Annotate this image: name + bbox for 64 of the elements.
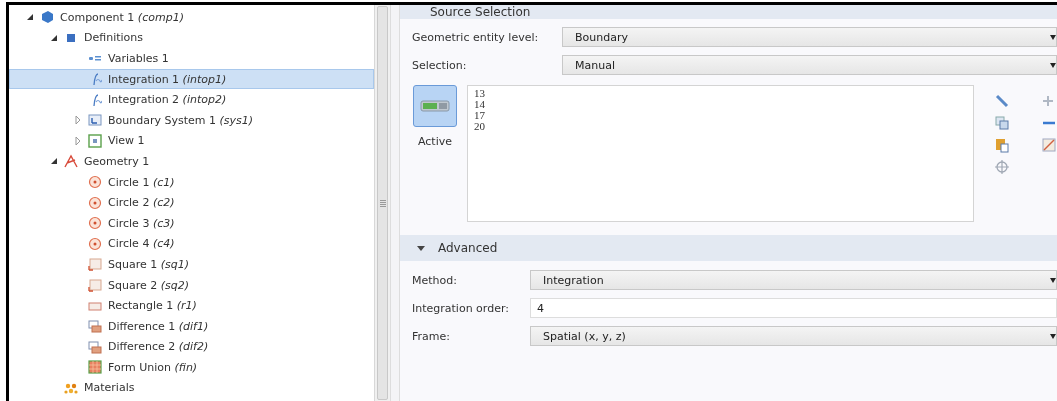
tree-item[interactable]: Difference 1 (dif1): [9, 315, 374, 337]
square-icon: [88, 278, 102, 292]
tree-item[interactable]: Square 2 (sq2): [9, 274, 374, 296]
input-field[interactable]: 4: [530, 298, 1057, 318]
tree-item[interactable]: Variables 1: [9, 48, 374, 69]
tree-item[interactable]: Circle 2 (c2): [9, 192, 374, 213]
cube-icon: [40, 10, 54, 25]
tree-item[interactable]: Integration 2 (intop2): [9, 89, 374, 110]
circle-icon: [88, 195, 102, 210]
caret-icon: [1050, 334, 1056, 339]
caret-icon: [1050, 63, 1056, 68]
field-label: Integration order:: [412, 301, 510, 315]
list-item[interactable]: 17: [474, 110, 967, 121]
field-label: Method:: [412, 273, 458, 287]
square-icon: [88, 257, 102, 272]
tree-item[interactable]: Difference 2 (dif2): [9, 336, 374, 358]
section-header[interactable]: Advanced: [400, 235, 1057, 261]
view-icon: [88, 133, 102, 148]
active-label: Active: [418, 135, 452, 148]
circle-icon: [88, 236, 102, 251]
toggle-switch-icon: [420, 98, 450, 114]
difference-icon: [88, 319, 102, 334]
tree-item[interactable]: Integration 1 (intop1): [9, 68, 374, 90]
circle-icon: [88, 175, 102, 190]
tree-item[interactable]: Materials: [9, 377, 374, 399]
geometry-icon: [64, 154, 78, 169]
tree-item[interactable]: Definitions: [9, 27, 374, 49]
tree-item[interactable]: View 1: [9, 130, 374, 152]
axes-icon: [88, 113, 102, 128]
field-label: Selection:: [412, 58, 468, 72]
field-label: Frame:: [412, 329, 451, 343]
list-item[interactable]: 20: [474, 121, 967, 132]
circle-icon: [88, 216, 102, 231]
paste-icon[interactable]: [994, 137, 1010, 153]
field-label: Geometric entity level:: [412, 30, 540, 44]
dropdown[interactable]: Boundary: [562, 27, 1057, 47]
tree-item[interactable]: Circle 3 (c3): [9, 212, 374, 234]
active-toggle-button[interactable]: [413, 85, 457, 127]
plus-icon[interactable]: [1040, 93, 1056, 109]
tree-item[interactable]: Rectangle 1 (r1): [9, 295, 374, 316]
dropdown[interactable]: Integration: [530, 270, 1057, 290]
copy-icon[interactable]: [994, 115, 1010, 131]
tree-item[interactable]: Circle 4 (c4): [9, 233, 374, 255]
list-item[interactable]: 13: [474, 88, 967, 99]
crosshair-icon[interactable]: [994, 159, 1010, 175]
section-header[interactable]: Source Selection: [400, 5, 1057, 19]
caret-icon: [1050, 35, 1056, 40]
selection-list[interactable]: 13 14 17 20: [467, 85, 974, 222]
tree-item[interactable]: Form Union (fin): [9, 357, 374, 378]
tree-item[interactable]: Circle 1 (c1): [9, 171, 374, 193]
difference-icon: [88, 339, 102, 354]
tree-item[interactable]: Square 1 (sq1): [9, 254, 374, 275]
clear-icon[interactable]: [1040, 137, 1056, 153]
pencil-icon[interactable]: [994, 93, 1010, 109]
tree-item[interactable]: Boundary System 1 (sys1): [9, 109, 374, 131]
list-item[interactable]: 14: [474, 99, 967, 110]
dropdown[interactable]: Manual: [562, 55, 1057, 75]
materials-icon: [64, 381, 78, 395]
caret-icon: [1050, 278, 1056, 283]
collapse-icon: [416, 243, 426, 253]
tree-item[interactable]: Component 1 (comp1): [9, 7, 374, 28]
dropdown[interactable]: Spatial (x, y, z): [530, 326, 1057, 346]
tree-item[interactable]: Geometry 1: [9, 151, 374, 172]
grid-icon: [88, 360, 102, 375]
